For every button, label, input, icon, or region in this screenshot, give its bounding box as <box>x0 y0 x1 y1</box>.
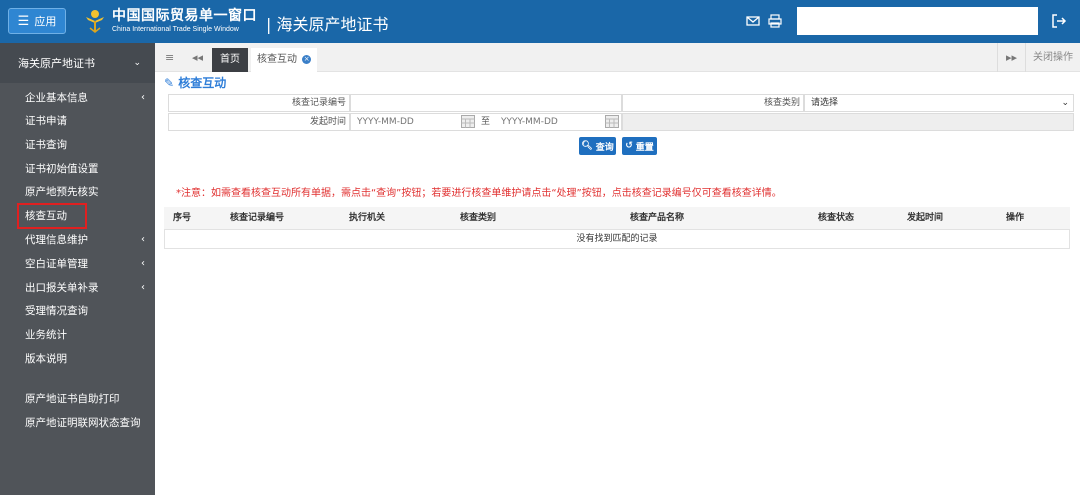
empty-cell <box>622 113 1074 131</box>
sidebar-item-label: 代理信息维护 <box>25 234 88 246</box>
chevron-left-icon: ‹ <box>141 234 145 245</box>
to-label: 至 <box>481 117 491 127</box>
start-time-label: 发起时间 <box>168 113 350 131</box>
sidebar-item-label: 受理情况查询 <box>25 305 88 317</box>
sidebar-item-version[interactable]: 版本说明 <box>25 349 145 369</box>
sidebar-item-label: 业务统计 <box>25 329 67 341</box>
site-logo[interactable]: 中国国际贸易单一窗口 China International Trade Sin… <box>112 8 257 34</box>
sidebar-item-label: 版本说明 <box>25 353 67 365</box>
tab-bar: ≡ ◂◂ 首页 核查互动 × ▸▸ 关闭操作 <box>155 43 1080 72</box>
empty-table-message: 没有找到匹配的记录 <box>164 230 1070 249</box>
scroll-right-icon[interactable]: ▸▸ <box>1006 43 1017 72</box>
table-header: 序号 核查记录编号 执行机关 核查类别 核查产品名称 核查状态 发起时间 操作 <box>164 207 1070 230</box>
tab-verification[interactable]: 核查互动 × <box>251 48 318 72</box>
sidebar-item-self-print[interactable]: 原产地证书自助打印 <box>25 389 145 409</box>
page-title: ✎ 核查互动 <box>164 74 226 92</box>
form-row: 核查记录编号 核查类别 请选择 ⌄ <box>168 94 1074 112</box>
app-menu-label: 应用 <box>34 15 57 28</box>
column-header[interactable]: 核查产品名称 <box>630 207 684 230</box>
category-select[interactable]: 请选择 ⌄ <box>804 94 1074 112</box>
search-icon: 🔍︎ <box>581 141 593 151</box>
sidebar-item-label: 原产地预先核实 <box>25 186 99 198</box>
logout-icon[interactable] <box>1050 12 1068 30</box>
reset-button[interactable]: ↺ 重置 <box>622 137 657 155</box>
sidebar-item-label: 企业基本信息 <box>25 92 88 104</box>
sidebar-item-acceptance-query[interactable]: 受理情况查询 <box>25 301 145 321</box>
sidebar-item-label: 证书申请 <box>25 115 67 127</box>
sidebar-item-blank-forms[interactable]: 空白证单管理 ‹ <box>25 254 145 274</box>
sidebar-item-cert-query[interactable]: 证书查询 <box>25 135 145 155</box>
column-header[interactable]: 执行机关 <box>349 207 385 230</box>
scroll-left-icon[interactable]: ◂◂ <box>192 43 203 72</box>
category-selected-value: 请选择 <box>811 98 839 108</box>
chevron-left-icon: ‹ <box>141 92 145 103</box>
system-title: | 海关原产地证书 <box>266 15 389 34</box>
calendar-icon[interactable] <box>605 115 619 128</box>
tab-home[interactable]: 首页 <box>212 48 248 72</box>
sidebar-item-label: 空白证单管理 <box>25 258 88 270</box>
date-to-input[interactable] <box>495 114 603 130</box>
sidebar: 海关原产地证书 ⌄ 企业基本信息 ‹ 证书申请 证书查询 证书初始值设置 原产地预… <box>0 43 155 495</box>
chevron-left-icon: ‹ <box>141 282 145 293</box>
column-header[interactable]: 发起时间 <box>907 207 943 230</box>
tab-label: 核查互动 <box>257 54 297 65</box>
chevron-left-icon: ‹ <box>141 258 145 269</box>
column-header[interactable]: 核查记录编号 <box>230 207 284 230</box>
highlight-box <box>17 203 87 229</box>
sidebar-item-cert-init[interactable]: 证书初始值设置 <box>25 159 145 179</box>
app-menu-button[interactable]: ☰ 应用 <box>8 8 66 34</box>
header-search-input[interactable] <box>797 7 1038 35</box>
notice-text: *注意：如需查看核查互动所有单据，需点击“查询”按钮；若要进行核查单维护请点击“… <box>176 188 782 199</box>
reset-button-label: 重置 <box>635 142 654 153</box>
column-header[interactable]: 核查状态 <box>818 207 854 230</box>
sidebar-item-cert-apply[interactable]: 证书申请 <box>25 111 145 131</box>
date-range-cell: 至 <box>350 113 622 131</box>
sidebar-item-origin-precheck[interactable]: 原产地预先核实 <box>25 182 145 202</box>
printer-icon[interactable] <box>768 14 782 28</box>
sidebar-item-label: 证书查询 <box>25 139 67 151</box>
chevron-down-icon: ⌄ <box>1061 98 1069 108</box>
edit-icon: ✎ <box>164 76 175 90</box>
close-icon[interactable]: × <box>302 54 312 64</box>
query-button[interactable]: 🔍︎ 查询 <box>579 137 616 155</box>
sidebar-item-statistics[interactable]: 业务统计 <box>25 325 145 345</box>
column-header[interactable]: 序号 <box>173 207 191 230</box>
menu-toggle-icon[interactable]: ≡ <box>165 43 174 72</box>
sidebar-item-agent-info[interactable]: 代理信息维护 ‹ <box>25 230 145 250</box>
record-no-label: 核查记录编号 <box>168 94 350 112</box>
column-header[interactable]: 核查类别 <box>460 207 496 230</box>
sidebar-item-company-info[interactable]: 企业基本信息 ‹ <box>25 88 145 108</box>
customs-emblem-icon <box>86 10 104 33</box>
page-title-label: 核查互动 <box>178 76 227 90</box>
close-operations-button[interactable]: 关闭操作 <box>1033 43 1073 72</box>
sidebar-title-label: 海关原产地证书 <box>18 57 95 70</box>
reset-icon: ↺ <box>625 141 633 151</box>
hamburger-icon: ☰ <box>17 13 30 29</box>
category-label: 核查类别 <box>622 94 804 112</box>
record-no-cell <box>350 94 622 112</box>
sidebar-section-title[interactable]: 海关原产地证书 ⌄ <box>0 43 155 83</box>
calendar-icon[interactable] <box>461 115 475 128</box>
sidebar-item-label: 证书初始值设置 <box>25 163 99 175</box>
record-no-input[interactable] <box>351 95 621 111</box>
divider <box>997 43 998 72</box>
form-row: 发起时间 至 <box>168 113 1074 131</box>
logo-chinese: 中国国际贸易单一窗口 <box>112 8 257 24</box>
chevron-down-icon: ⌄ <box>133 58 141 68</box>
sidebar-item-export-declaration[interactable]: 出口报关单补录 ‹ <box>25 278 145 298</box>
query-button-label: 查询 <box>595 142 614 153</box>
divider <box>1025 43 1026 72</box>
column-header[interactable]: 操作 <box>1006 207 1024 230</box>
logo-english: China International Trade Single Window <box>112 26 239 33</box>
mail-icon[interactable] <box>746 14 760 28</box>
sidebar-item-network-status[interactable]: 原产地证明联网状态查询 <box>25 413 145 433</box>
date-from-input[interactable] <box>351 114 459 130</box>
top-header: ☰ 应用 中国国际贸易单一窗口 China International Trad… <box>0 0 1080 43</box>
sidebar-item-label: 原产地证明联网状态查询 <box>25 417 141 429</box>
sidebar-item-label: 原产地证书自助打印 <box>25 393 120 405</box>
sidebar-item-label: 出口报关单补录 <box>25 282 99 294</box>
